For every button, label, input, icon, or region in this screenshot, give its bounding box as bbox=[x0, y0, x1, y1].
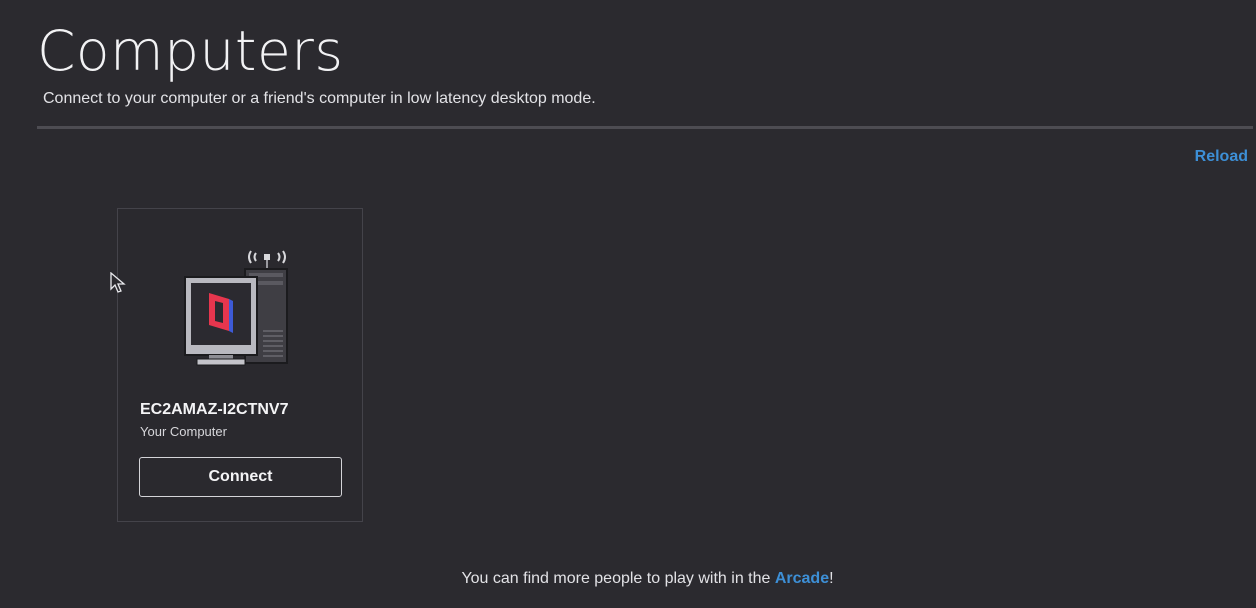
computer-card: EC2AMAZ-I2CTNV7 Your Computer Connect bbox=[117, 208, 363, 522]
reload-link[interactable]: Reload bbox=[1195, 148, 1248, 166]
footer-text: You can find more people to play with in… bbox=[461, 570, 775, 587]
computers-page: Computers Connect to your computer or a … bbox=[0, 0, 1256, 608]
device-owner-label: Your Computer bbox=[140, 424, 227, 439]
page-title: Computers bbox=[37, 19, 344, 83]
mouse-cursor-icon bbox=[110, 272, 126, 293]
device-name: EC2AMAZ-I2CTNV7 bbox=[140, 401, 289, 418]
computer-tower-icon bbox=[184, 250, 288, 366]
header-divider bbox=[37, 126, 1253, 129]
connect-button[interactable]: Connect bbox=[139, 457, 342, 497]
arcade-link[interactable]: Arcade bbox=[775, 570, 829, 587]
footer-message: You can find more people to play with in… bbox=[0, 570, 1256, 588]
page-subtitle: Connect to your computer or a friend's c… bbox=[43, 90, 596, 107]
footer-suffix: ! bbox=[829, 570, 834, 587]
